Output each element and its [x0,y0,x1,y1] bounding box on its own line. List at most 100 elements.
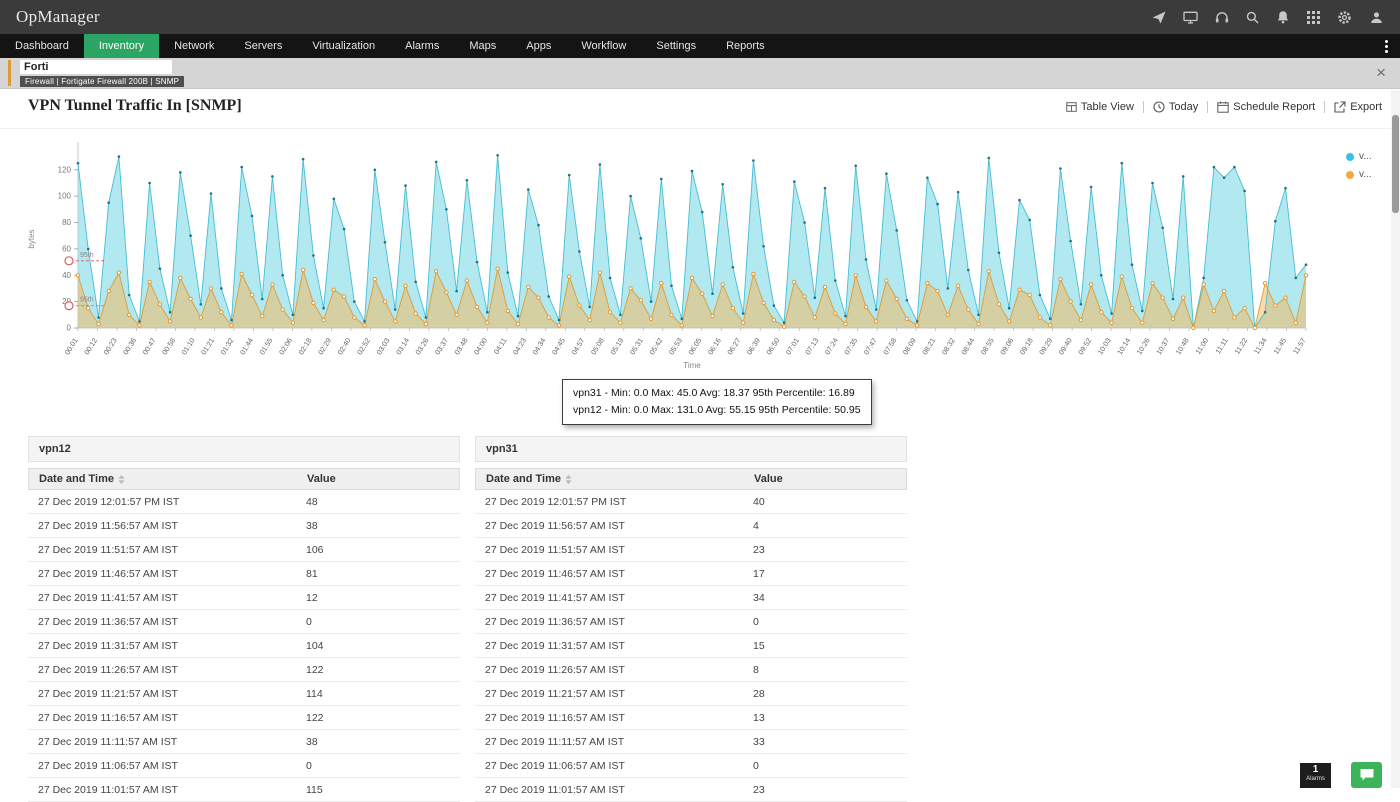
remote-monitor-icon[interactable] [1183,11,1198,24]
support-chat-button[interactable] [1351,762,1382,788]
scrollbar-thumb[interactable] [1392,115,1399,213]
main-nav: DashboardInventoryNetworkServersVirtuali… [0,34,1400,58]
svg-text:10:37: 10:37 [1154,336,1171,356]
svg-text:07:35: 07:35 [842,336,859,356]
cell-value: 104 [306,634,460,657]
svg-text:07:24: 07:24 [823,336,840,356]
cell-value: 38 [306,514,460,537]
table-body: 27 Dec 2019 12:01:57 PM IST4827 Dec 2019… [28,490,460,802]
svg-text:07:58: 07:58 [881,336,898,356]
svg-text:04:57: 04:57 [569,336,586,356]
svg-text:60: 60 [62,244,71,253]
svg-text:0: 0 [67,324,72,333]
nav-tab-apps[interactable]: Apps [511,34,566,58]
device-name-input[interactable] [20,60,172,74]
page-scrollbar[interactable] [1391,90,1400,788]
cell-value: 38 [306,730,460,753]
nav-tab-dashboard[interactable]: Dashboard [0,34,84,58]
cell-date-time: 27 Dec 2019 11:16:57 AM IST [475,706,753,729]
nav-tab-workflow[interactable]: Workflow [566,34,641,58]
table-title: vpn31 [475,436,907,462]
notifications-bell-icon[interactable] [1276,10,1290,24]
user-avatar[interactable] [1369,10,1384,25]
table-row: 27 Dec 2019 11:56:57 AM IST38 [28,514,460,538]
svg-text:02:40: 02:40 [335,336,352,356]
nav-tab-settings[interactable]: Settings [641,34,711,58]
cell-date-time: 27 Dec 2019 11:21:57 AM IST [28,682,306,705]
svg-text:09:40: 09:40 [1057,336,1074,356]
svg-text:11:00: 11:00 [1193,336,1210,356]
alarm-label: Alarms [1300,776,1331,783]
svg-text:02:29: 02:29 [316,336,333,356]
alarm-count: 1 [1300,763,1331,776]
legend-item-vpn31[interactable]: v... [1346,169,1372,180]
search-icon[interactable] [1246,11,1259,24]
quick-launch-icon[interactable] [1152,11,1166,24]
svg-text:03:03: 03:03 [374,336,391,356]
column-header-value[interactable]: Value [754,469,906,489]
table-row: 27 Dec 2019 11:41:57 AM IST12 [28,586,460,610]
legend-label: v... [1359,169,1372,180]
svg-text:09:06: 09:06 [998,336,1015,356]
cell-value: 114 [306,682,460,705]
alarms-floating-badge[interactable]: 1 Alarms [1300,763,1331,788]
svg-text:06:05: 06:05 [686,336,703,356]
clock-icon [1153,101,1165,113]
vpn-traffic-chart[interactable]: 02040608010012000:0100:1200:2300:3600:47… [0,136,1340,384]
nav-tab-servers[interactable]: Servers [229,34,297,58]
cell-date-time: 27 Dec 2019 11:06:57 AM IST [28,754,306,777]
table-title: vpn12 [28,436,460,462]
settings-gear-icon[interactable] [1337,10,1352,25]
legend-item-vpn12[interactable]: v... [1346,151,1372,162]
table-row: 27 Dec 2019 11:16:57 AM IST122 [28,706,460,730]
svg-text:03:14: 03:14 [394,336,411,356]
legend-dot-icon [1346,153,1354,161]
nav-tab-inventory[interactable]: Inventory [84,34,159,58]
column-header-value[interactable]: Value [307,469,459,489]
export-label: Export [1350,101,1382,113]
cell-value: 34 [753,586,907,609]
svg-text:00:01: 00:01 [63,336,80,356]
svg-text:06:27: 06:27 [725,336,742,356]
nav-tab-reports[interactable]: Reports [711,34,780,58]
time-period-button[interactable]: Today [1153,101,1198,113]
table-row: 27 Dec 2019 11:11:57 AM IST38 [28,730,460,754]
table-row: 27 Dec 2019 11:21:57 AM IST28 [475,682,907,706]
svg-text:09:29: 09:29 [1037,336,1054,356]
svg-text:04:34: 04:34 [530,336,547,356]
apps-grid-icon[interactable] [1307,11,1320,24]
cell-date-time: 27 Dec 2019 11:26:57 AM IST [475,658,753,681]
svg-text:04:00: 04:00 [472,336,489,356]
table-row: 27 Dec 2019 11:31:57 AM IST15 [475,634,907,658]
svg-text:05:31: 05:31 [628,336,645,356]
schedule-report-button[interactable]: Schedule Report [1217,101,1315,113]
nav-tab-maps[interactable]: Maps [454,34,511,58]
nav-tab-alarms[interactable]: Alarms [390,34,454,58]
support-headset-icon[interactable] [1215,11,1229,24]
legend-label: v... [1359,151,1372,162]
svg-text:00:12: 00:12 [82,336,99,356]
nav-tabs: DashboardInventoryNetworkServersVirtuali… [0,34,780,58]
column-label: Date and Time [486,473,561,485]
nav-overflow-menu-icon[interactable] [1373,34,1400,58]
cell-value: 12 [306,586,460,609]
nav-tab-virtualization[interactable]: Virtualization [297,34,390,58]
cell-value: 33 [753,730,907,753]
schedule-report-label: Schedule Report [1233,101,1315,113]
nav-tab-network[interactable]: Network [159,34,229,58]
cell-value: 0 [753,610,907,633]
cell-date-time: 27 Dec 2019 11:11:57 AM IST [475,730,753,753]
export-button[interactable]: Export [1334,101,1382,113]
svg-text:07:13: 07:13 [803,336,820,356]
column-header-date-time[interactable]: Date and Time [476,469,754,489]
close-icon[interactable]: × [1376,61,1386,85]
report-actions: Table View Today Schedule Report Export [1066,101,1382,113]
svg-text:02:52: 02:52 [355,336,372,356]
svg-text:09:18: 09:18 [1018,336,1035,356]
column-header-date-time[interactable]: Date and Time [29,469,307,489]
svg-text:09:52: 09:52 [1076,336,1093,356]
table-row: 27 Dec 2019 11:31:57 AM IST104 [28,634,460,658]
table-view-button[interactable]: Table View [1066,101,1134,113]
cell-date-time: 27 Dec 2019 11:01:57 AM IST [28,778,306,801]
sort-icon [565,475,572,484]
